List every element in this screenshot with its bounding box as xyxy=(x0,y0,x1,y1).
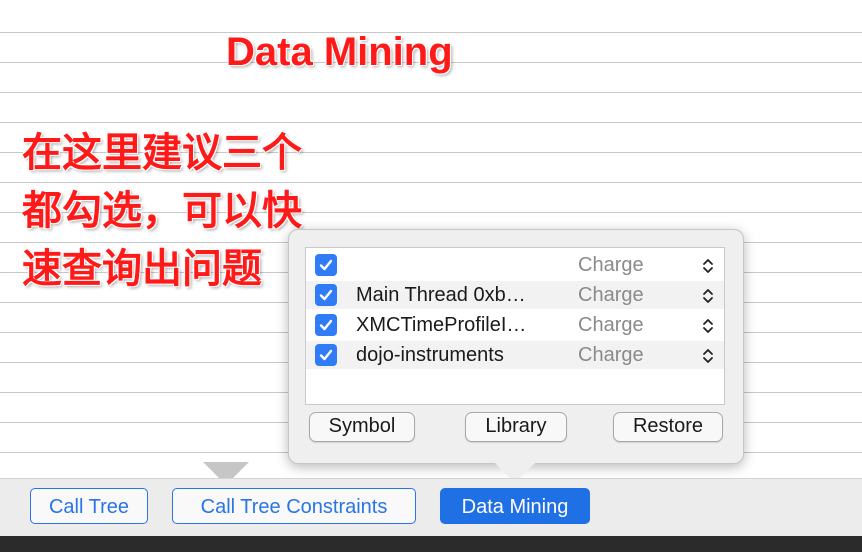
library-button[interactable]: Library xyxy=(465,412,567,442)
thread-checkbox[interactable] xyxy=(315,344,337,366)
thread-name: dojo-instruments xyxy=(356,344,504,366)
charge-value: Charge xyxy=(578,344,644,366)
up-down-chevron-icon xyxy=(703,289,713,303)
checkmark-icon xyxy=(319,289,333,301)
thread-row: Charge xyxy=(306,251,724,279)
data-mining-popover: Charge Main Thread 0xb… Charge XMCTimePr… xyxy=(288,229,744,464)
thread-row: Main Thread 0xb… Charge xyxy=(306,281,724,309)
charge-value: Charge xyxy=(578,284,644,306)
tab-data-mining[interactable]: Data Mining xyxy=(440,488,590,524)
annotation-note: 在这里建议三个都勾选，可以快速查询出问题 xyxy=(22,130,302,292)
tab-call-tree[interactable]: Call Tree xyxy=(30,488,148,524)
bottom-strip xyxy=(0,536,862,552)
thread-checkbox[interactable] xyxy=(315,284,337,306)
thread-row: dojo-instruments Charge xyxy=(306,341,724,369)
thread-checkbox[interactable] xyxy=(315,314,337,336)
thread-name: XMCTimeProfileI… xyxy=(356,314,527,336)
charge-select[interactable]: Charge xyxy=(576,281,724,309)
charge-value: Charge xyxy=(578,254,644,276)
charge-select[interactable]: Charge xyxy=(576,251,724,279)
thread-table: Charge Main Thread 0xb… Charge XMCTimePr… xyxy=(305,247,725,405)
thread-name: Main Thread 0xb… xyxy=(356,284,526,306)
charge-select[interactable]: Charge xyxy=(576,311,724,339)
symbol-button[interactable]: Symbol xyxy=(309,412,415,442)
thread-row: XMCTimeProfileI… Charge xyxy=(306,311,724,339)
up-down-chevron-icon xyxy=(703,349,713,363)
up-down-chevron-icon xyxy=(703,319,713,333)
checkmark-icon xyxy=(319,259,333,271)
charge-value: Charge xyxy=(578,314,644,336)
restore-button[interactable]: Restore xyxy=(613,412,723,442)
detail-tab-bar: Call Tree Call Tree Constraints Data Min… xyxy=(0,478,862,537)
annotation-title: Data Mining xyxy=(226,30,453,74)
up-down-chevron-icon xyxy=(703,259,713,273)
checkmark-icon xyxy=(319,349,333,361)
tab-call-tree-constraints[interactable]: Call Tree Constraints xyxy=(172,488,416,524)
charge-select[interactable]: Charge xyxy=(576,341,724,369)
thread-checkbox[interactable] xyxy=(315,254,337,276)
checkmark-icon xyxy=(319,319,333,331)
